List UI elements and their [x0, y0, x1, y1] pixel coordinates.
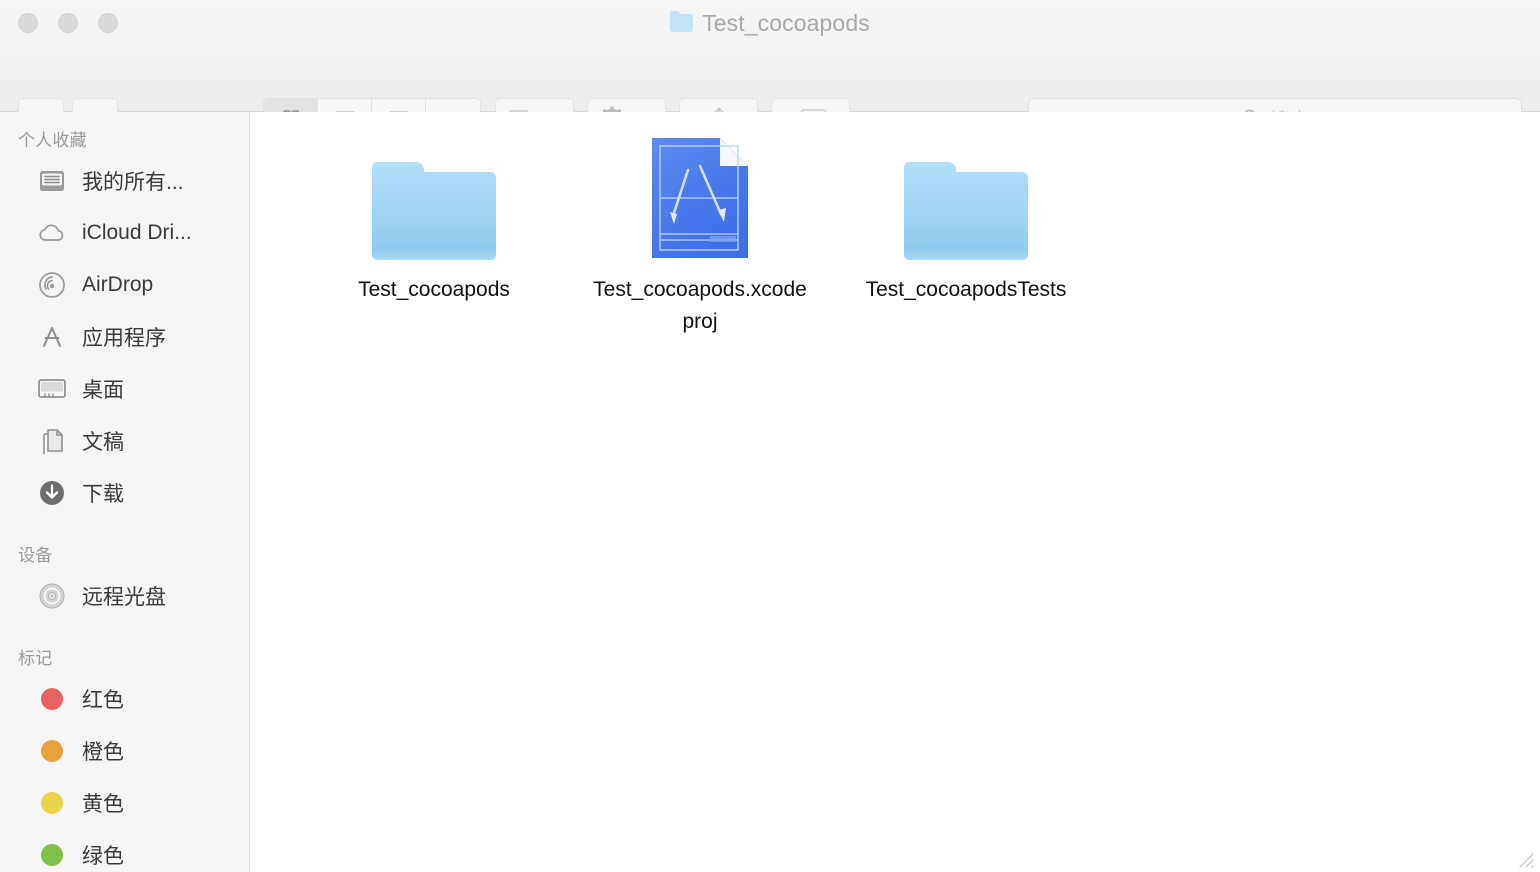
sidebar-section-tags-header: 标记 — [18, 649, 53, 668]
sidebar-item-all-my-files[interactable]: 我的所有... — [0, 155, 249, 207]
tag-dot-icon — [36, 735, 68, 767]
folder-icon — [670, 11, 694, 32]
file-label: Test_cocoapodsTests — [865, 278, 1067, 301]
documents-icon — [36, 425, 68, 457]
sidebar-item-tag-green[interactable]: 绿色 — [0, 829, 249, 872]
tag-dot-icon — [36, 787, 68, 819]
icon-grid: Test_cocoapods Test_cocoapods.xcodeproj … — [251, 112, 1540, 337]
window-title: Test_cocoapods — [702, 9, 870, 36]
sidebar-item-label: 橙色 — [82, 741, 124, 764]
sidebar-item-applications[interactable]: 应用程序 — [0, 311, 249, 363]
folder-icon — [902, 132, 1030, 260]
sidebar-item-airdrop[interactable]: AirDrop — [0, 259, 249, 311]
resize-handle[interactable] — [1512, 846, 1538, 870]
airdrop-icon — [36, 269, 68, 301]
minimize-button[interactable] — [58, 13, 78, 33]
sidebar-item-label: 我的所有... — [82, 171, 184, 194]
sidebar-item-remote-disc[interactable]: 远程光盘 — [0, 570, 249, 622]
sidebar-item-label: 应用程序 — [82, 327, 166, 350]
file-label: Test_cocoapods.xcodeproj — [593, 278, 807, 333]
applications-icon — [36, 321, 68, 353]
sidebar-item-icloud-drive[interactable]: iCloud Dri... — [0, 207, 249, 259]
file-browser-content[interactable]: Test_cocoapods Test_cocoapods.xcodeproj … — [251, 112, 1540, 872]
file-item[interactable]: Test_cocoapods.xcodeproj — [567, 124, 833, 337]
sidebar-item-label: 红色 — [82, 689, 124, 712]
tag-dot-icon — [36, 683, 68, 715]
toolbar: 搜索 — [0, 46, 1540, 138]
sidebar-item-label: iCloud Dri... — [82, 221, 192, 244]
sidebar-item-label: 远程光盘 — [82, 586, 166, 609]
titlebar[interactable]: Test_cocoapods — [0, 0, 1540, 46]
sidebar-item-label: 黄色 — [82, 793, 124, 816]
sidebar-section-devices-header: 设备 — [18, 546, 53, 565]
sidebar-item-desktop[interactable]: 桌面 — [0, 363, 249, 415]
file-item[interactable]: Test_cocoapods — [301, 124, 567, 337]
sidebar-item-label: 桌面 — [82, 379, 124, 402]
file-label: Test_cocoapods — [358, 278, 510, 301]
window-title-group: Test_cocoapods — [0, 0, 1540, 46]
folder-icon — [370, 132, 498, 260]
close-button[interactable] — [18, 13, 38, 33]
desktop-icon — [36, 373, 68, 405]
sidebar-item-tag-red[interactable]: 红色 — [0, 673, 249, 725]
sidebar-item-label: AirDrop — [82, 273, 154, 296]
all-my-files-icon — [36, 165, 68, 197]
sidebar-item-tag-yellow[interactable]: 黄色 — [0, 777, 249, 829]
traffic-light-group — [18, 13, 118, 33]
sidebar-item-label: 文稿 — [82, 431, 124, 454]
sidebar-item-label: 下载 — [82, 483, 124, 506]
file-item[interactable]: Test_cocoapodsTests — [833, 124, 1099, 337]
sidebar-item-documents[interactable]: 文稿 — [0, 415, 249, 467]
zoom-button[interactable] — [98, 13, 118, 33]
sidebar: 个人收藏 我的所有... iCloud Dri... AirDrop 应用程序 … — [0, 112, 250, 872]
sidebar-section-favorites-header: 个人收藏 — [18, 131, 87, 150]
remote-disc-icon — [36, 580, 68, 612]
xcode-project-icon — [636, 132, 764, 260]
sidebar-item-label: 绿色 — [82, 845, 124, 868]
icloud-drive-icon — [36, 217, 68, 249]
finder-window: Test_cocoapods 个人收藏 我的所有... iCloud Dri..… — [0, 0, 1540, 872]
downloads-icon — [36, 477, 68, 509]
sidebar-item-downloads[interactable]: 下载 — [0, 467, 249, 519]
sidebar-item-tag-orange[interactable]: 橙色 — [0, 725, 249, 777]
tag-dot-icon — [36, 839, 68, 871]
